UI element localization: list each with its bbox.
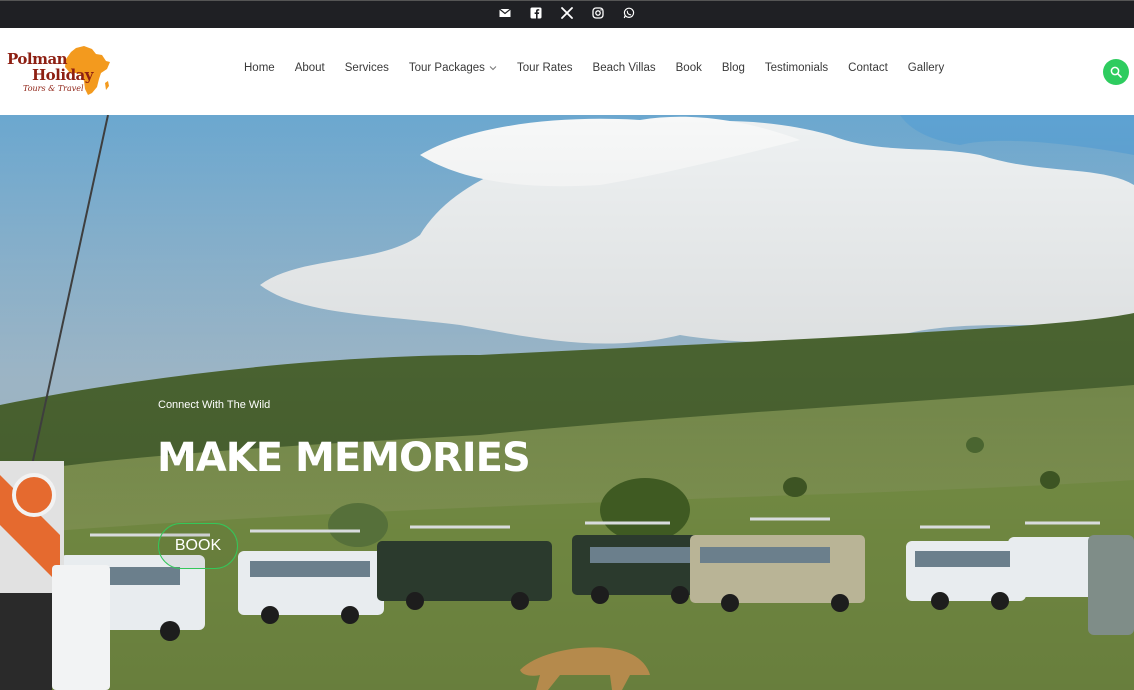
social-bar <box>0 0 1134 28</box>
nav-contact[interactable]: Contact <box>848 62 888 74</box>
nav-about[interactable]: About <box>295 62 325 74</box>
nav-tour-packages[interactable]: Tour Packages <box>409 62 497 74</box>
whatsapp-icon[interactable] <box>622 6 636 20</box>
nav-testimonials[interactable]: Testimonials <box>765 62 828 74</box>
social-links <box>0 6 1134 20</box>
nav-book[interactable]: Book <box>676 62 702 74</box>
nav-blog[interactable]: Blog <box>722 62 745 74</box>
x-twitter-icon[interactable] <box>560 6 574 20</box>
facebook-icon[interactable] <box>529 6 543 20</box>
nav-gallery[interactable]: Gallery <box>908 62 944 74</box>
site-header: Polman Holiday Tours & Travel Home About… <box>0 28 1134 115</box>
search-icon <box>1110 66 1122 78</box>
nav-tour-packages-label: Tour Packages <box>408 62 485 74</box>
nav-tour-rates[interactable]: Tour Rates <box>517 62 573 74</box>
site-logo[interactable]: Polman Holiday Tours & Travel <box>6 44 111 100</box>
hero-book-button[interactable]: BOOK <box>158 523 238 569</box>
envelope-icon[interactable] <box>498 6 512 20</box>
hero-title: MAKE MEMORIES <box>157 435 531 481</box>
hero-subtitle: Connect With The Wild <box>158 399 271 411</box>
nav-home[interactable]: Home <box>244 62 275 74</box>
nav-beach-villas[interactable]: Beach Villas <box>593 62 656 74</box>
brand-line-2: Holiday <box>32 66 94 84</box>
main-navigation: Home About Services Tour Packages Tour R… <box>244 62 964 74</box>
chevron-down-icon <box>489 66 497 71</box>
nav-services[interactable]: Services <box>345 62 389 74</box>
instagram-icon[interactable] <box>591 6 605 20</box>
search-button[interactable] <box>1103 59 1129 85</box>
hero-banner: Connect With The Wild MAKE MEMORIES BOOK <box>0 115 1134 690</box>
brand-tagline: Tours & Travel <box>23 84 84 93</box>
